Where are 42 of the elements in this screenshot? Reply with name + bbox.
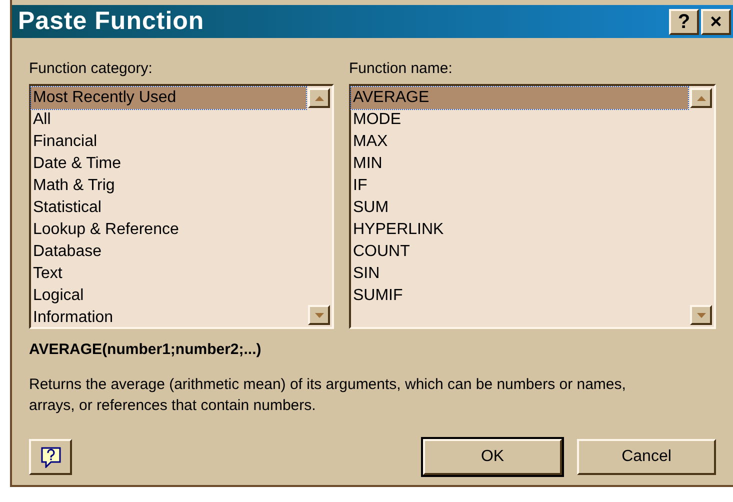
function-description: Returns the average (arithmetic mean) of its arguments, which can be numbers or names, arrays, or references that contain numbers. <box>29 374 627 416</box>
list-item[interactable]: Database <box>31 241 306 263</box>
list-item[interactable]: Logical <box>31 285 306 307</box>
list-item[interactable]: Text <box>31 263 306 285</box>
list-item[interactable]: SUMIF <box>351 285 688 307</box>
list-item[interactable]: Math & Trig <box>31 175 306 197</box>
list-label: Function name: <box>349 59 454 78</box>
scroll-down-button[interactable] <box>690 305 712 325</box>
up-arrow-icon <box>696 96 706 100</box>
list-item[interactable]: COUNT <box>351 241 688 263</box>
scroll-up-button[interactable] <box>690 88 712 108</box>
list-item[interactable]: SIN <box>351 263 688 285</box>
scroll-up-button[interactable] <box>308 88 330 108</box>
list-item[interactable]: Most Recently Used <box>31 87 306 109</box>
function-listbox[interactable]: AVERAGE MODE MAX MIN IF SUM HYPERLINK COUNT SIN SUMIF <box>349 84 716 329</box>
scroll-down-button[interactable] <box>308 305 330 325</box>
up-arrow-icon <box>314 96 324 100</box>
down-arrow-icon <box>314 312 324 318</box>
help-button[interactable]: ? <box>669 8 699 34</box>
list-item[interactable]: Statistical <box>31 197 306 219</box>
list-label: Function category: <box>29 59 154 78</box>
help-button[interactable] <box>29 439 72 475</box>
list-item[interactable]: Information <box>31 307 306 329</box>
list-item[interactable]: MIN <box>351 153 688 175</box>
help-icon <box>40 446 62 468</box>
list-item[interactable]: HYPERLINK <box>351 219 688 241</box>
list-item[interactable]: SUM <box>351 197 688 219</box>
list-item[interactable]: MAX <box>351 131 688 153</box>
window-title: Paste Function <box>18 6 206 37</box>
ok-button[interactable]: OK <box>423 439 562 475</box>
down-arrow-icon <box>696 312 706 318</box>
list-item[interactable]: Lookup & Reference <box>31 219 306 241</box>
list-item[interactable]: Financial <box>31 131 306 153</box>
category-listbox[interactable]: Most Recently Used All Financial Date & Time Math & Trig Statistical Lookup & Reference Database Text Logical Information <box>29 84 334 329</box>
list-item[interactable]: All <box>31 109 306 131</box>
cancel-button[interactable]: Cancel <box>577 439 716 475</box>
list-item[interactable]: AVERAGE <box>351 87 688 109</box>
list-item[interactable]: MODE <box>351 109 688 131</box>
list-item[interactable]: IF <box>351 175 688 197</box>
function-syntax: AVERAGE(number1;number2;...) <box>29 340 262 360</box>
list-item[interactable]: Date & Time <box>31 153 306 175</box>
close-button[interactable]: × <box>701 8 731 34</box>
